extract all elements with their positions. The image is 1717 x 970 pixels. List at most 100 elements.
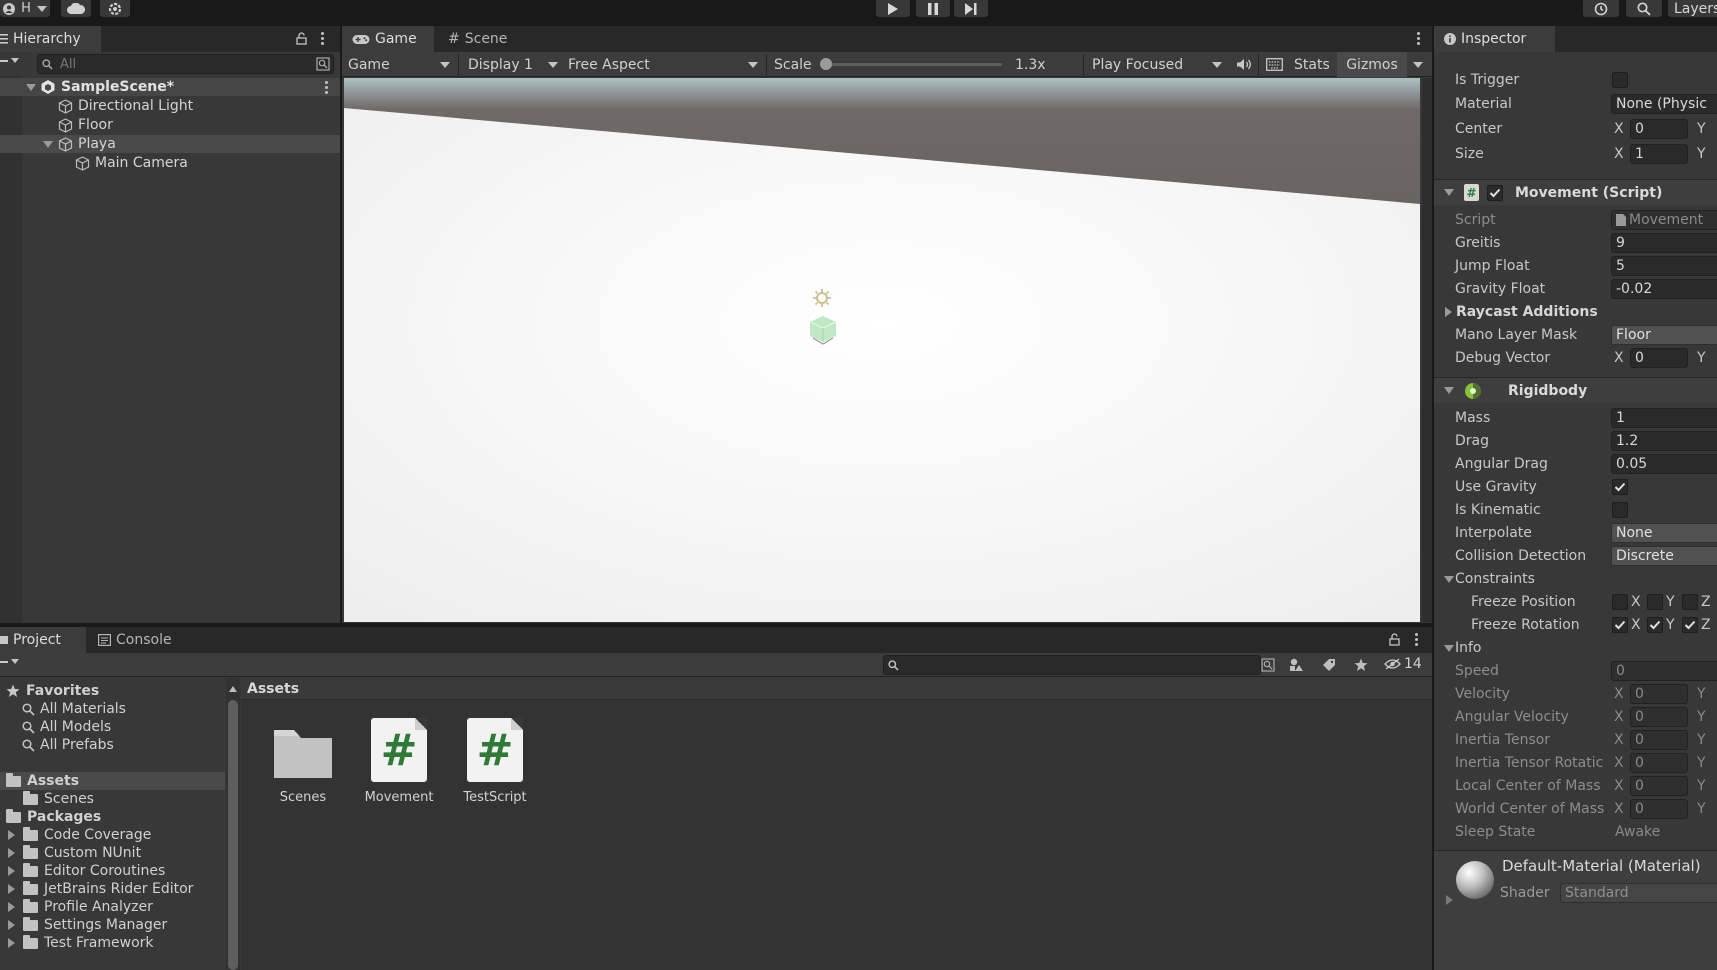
info-foldout[interactable]: Info bbox=[1434, 637, 1717, 659]
scrollbar-thumb[interactable] bbox=[228, 700, 238, 970]
step-button[interactable] bbox=[954, 0, 988, 17]
play-mode-select[interactable]: Play Focused bbox=[1092, 52, 1222, 77]
game-viewport[interactable] bbox=[344, 78, 1420, 622]
angular-drag-field[interactable]: 0.05 bbox=[1611, 454, 1717, 474]
folder-tree-scrollbar[interactable] bbox=[226, 678, 240, 970]
display-select[interactable]: Display 1 bbox=[468, 52, 558, 77]
asset-movement-script[interactable]: # Movement bbox=[358, 718, 440, 805]
favorite-all-prefabs[interactable]: All Prefabs bbox=[0, 736, 225, 754]
pause-button[interactable] bbox=[916, 0, 950, 17]
raycast-additions-foldout[interactable]: Raycast Additions bbox=[1434, 301, 1717, 323]
asset-scenes-folder[interactable]: Scenes bbox=[262, 718, 344, 805]
favorite-all-models[interactable]: All Models bbox=[0, 718, 225, 736]
scroll-up-icon[interactable] bbox=[229, 686, 237, 692]
tab-game[interactable]: Game bbox=[342, 26, 434, 52]
tab-inspector[interactable]: Inspector bbox=[1434, 26, 1555, 52]
lock-icon[interactable] bbox=[1389, 633, 1400, 646]
tab-project[interactable]: Project bbox=[0, 627, 86, 653]
scale-slider-thumb[interactable] bbox=[820, 58, 832, 70]
movement-enabled-checkbox[interactable] bbox=[1487, 184, 1503, 201]
package-custom-nunit[interactable]: Custom NUnit bbox=[0, 844, 225, 862]
asset-testscript[interactable]: # TestScript bbox=[454, 718, 536, 805]
jump-float-field[interactable]: 5 bbox=[1611, 256, 1717, 276]
packages-folder[interactable]: Packages bbox=[0, 808, 225, 826]
mode-select[interactable]: Game bbox=[348, 52, 452, 77]
gravity-float-field[interactable]: -0.02 bbox=[1611, 279, 1717, 299]
freeze-rotation-x-checkbox[interactable] bbox=[1612, 617, 1628, 633]
tab-hierarchy[interactable]: Hierarchy bbox=[0, 26, 101, 52]
account-button[interactable]: H bbox=[0, 0, 50, 17]
search-button[interactable] bbox=[1626, 0, 1662, 17]
scale-slider-track[interactable] bbox=[824, 63, 1002, 66]
scene-options-icon[interactable] bbox=[324, 81, 328, 94]
assets-folder[interactable]: Assets bbox=[0, 772, 225, 790]
collision-detection-dropdown[interactable]: Discrete bbox=[1611, 546, 1717, 566]
tab-scene[interactable]: # Scene bbox=[438, 26, 520, 52]
scene-row[interactable]: SampleScene* bbox=[0, 78, 340, 96]
use-gravity-checkbox[interactable] bbox=[1612, 479, 1628, 495]
freeze-position-x-checkbox[interactable] bbox=[1612, 594, 1628, 610]
search-scene-icon[interactable] bbox=[1261, 658, 1275, 672]
drag-field[interactable]: 1.2 bbox=[1611, 431, 1717, 451]
hierarchy-search-input[interactable]: All bbox=[37, 54, 334, 74]
scene-search-icon[interactable] bbox=[316, 57, 330, 71]
create-asset-dropdown[interactable] bbox=[0, 659, 19, 664]
is-trigger-checkbox[interactable] bbox=[1612, 72, 1628, 88]
cloud-button[interactable] bbox=[61, 0, 91, 17]
favorites-header[interactable]: Favorites bbox=[0, 682, 225, 700]
star-icon[interactable] bbox=[1354, 658, 1368, 672]
hierarchy-item-directional-light[interactable]: Directional Light bbox=[0, 97, 340, 115]
is-kinematic-checkbox[interactable] bbox=[1612, 502, 1628, 518]
package-jetbrains-rider[interactable]: JetBrains Rider Editor bbox=[0, 880, 225, 898]
hierarchy-item-main-camera[interactable]: Main Camera bbox=[0, 154, 340, 172]
hierarchy-item-playa[interactable]: Playa bbox=[0, 135, 340, 153]
lock-icon[interactable] bbox=[296, 32, 307, 45]
package-code-coverage[interactable]: Code Coverage bbox=[0, 826, 225, 844]
interpolate-dropdown[interactable]: None bbox=[1611, 523, 1717, 543]
gizmos-dropdown-icon[interactable] bbox=[1413, 62, 1423, 68]
hierarchy-item-floor[interactable]: Floor bbox=[0, 116, 340, 134]
more-options-icon[interactable] bbox=[320, 32, 324, 45]
package-test-framework[interactable]: Test Framework bbox=[0, 934, 225, 952]
favorite-all-materials[interactable]: All Materials bbox=[0, 700, 225, 718]
rigidbody-component-header[interactable]: Rigidbody bbox=[1434, 377, 1717, 403]
more-options-icon[interactable] bbox=[1414, 633, 1418, 646]
freeze-position-y-checkbox[interactable] bbox=[1647, 594, 1663, 610]
movement-component-header[interactable]: # Movement (Script) bbox=[1434, 179, 1717, 205]
aspect-select[interactable]: Free Aspect bbox=[568, 52, 758, 77]
layer-mask-dropdown[interactable]: Floor bbox=[1611, 325, 1717, 345]
script-field[interactable]: Movement bbox=[1611, 210, 1717, 230]
package-settings-manager[interactable]: Settings Manager bbox=[0, 916, 225, 934]
tab-console[interactable]: Console bbox=[88, 627, 184, 653]
keyboard-icon[interactable] bbox=[1266, 58, 1283, 71]
center-x-field[interactable]: 0 bbox=[1630, 119, 1688, 139]
material-field[interactable]: None (Physic bbox=[1611, 94, 1717, 114]
filter-by-type-icon[interactable] bbox=[1289, 658, 1304, 672]
shader-dropdown[interactable]: Standard bbox=[1560, 883, 1717, 903]
hidden-packages-toggle[interactable]: 14 bbox=[1384, 656, 1422, 672]
tag-icon[interactable] bbox=[1322, 658, 1336, 672]
create-dropdown[interactable] bbox=[0, 58, 19, 63]
audio-icon[interactable] bbox=[1236, 58, 1252, 71]
mass-field[interactable]: 1 bbox=[1611, 408, 1717, 428]
stats-button[interactable]: Stats bbox=[1294, 52, 1330, 77]
freeze-position-z-checkbox[interactable] bbox=[1682, 594, 1698, 610]
package-profile-analyzer[interactable]: Profile Analyzer bbox=[0, 898, 225, 916]
debug-vector-x-field[interactable]: 0 bbox=[1630, 348, 1688, 368]
greitis-field[interactable]: 9 bbox=[1611, 233, 1717, 253]
expand-arrow-icon[interactable] bbox=[1446, 895, 1453, 905]
play-button[interactable] bbox=[876, 0, 910, 17]
undo-history-button[interactable] bbox=[1583, 0, 1619, 17]
freeze-rotation-y-checkbox[interactable] bbox=[1647, 617, 1663, 633]
constraints-foldout[interactable]: Constraints bbox=[1434, 568, 1717, 590]
size-x-field[interactable]: 1 bbox=[1630, 144, 1688, 164]
breadcrumb[interactable]: Assets bbox=[247, 681, 299, 697]
project-search-input[interactable] bbox=[883, 655, 1261, 675]
more-options-icon[interactable] bbox=[1416, 32, 1420, 45]
folder-scenes[interactable]: Scenes bbox=[0, 790, 225, 808]
collab-button[interactable] bbox=[100, 0, 130, 17]
package-editor-coroutines[interactable]: Editor Coroutines bbox=[0, 862, 225, 880]
layers-dropdown[interactable]: Layers bbox=[1668, 0, 1717, 17]
gizmos-button[interactable]: Gizmos bbox=[1337, 52, 1407, 77]
freeze-rotation-z-checkbox[interactable] bbox=[1682, 617, 1698, 633]
